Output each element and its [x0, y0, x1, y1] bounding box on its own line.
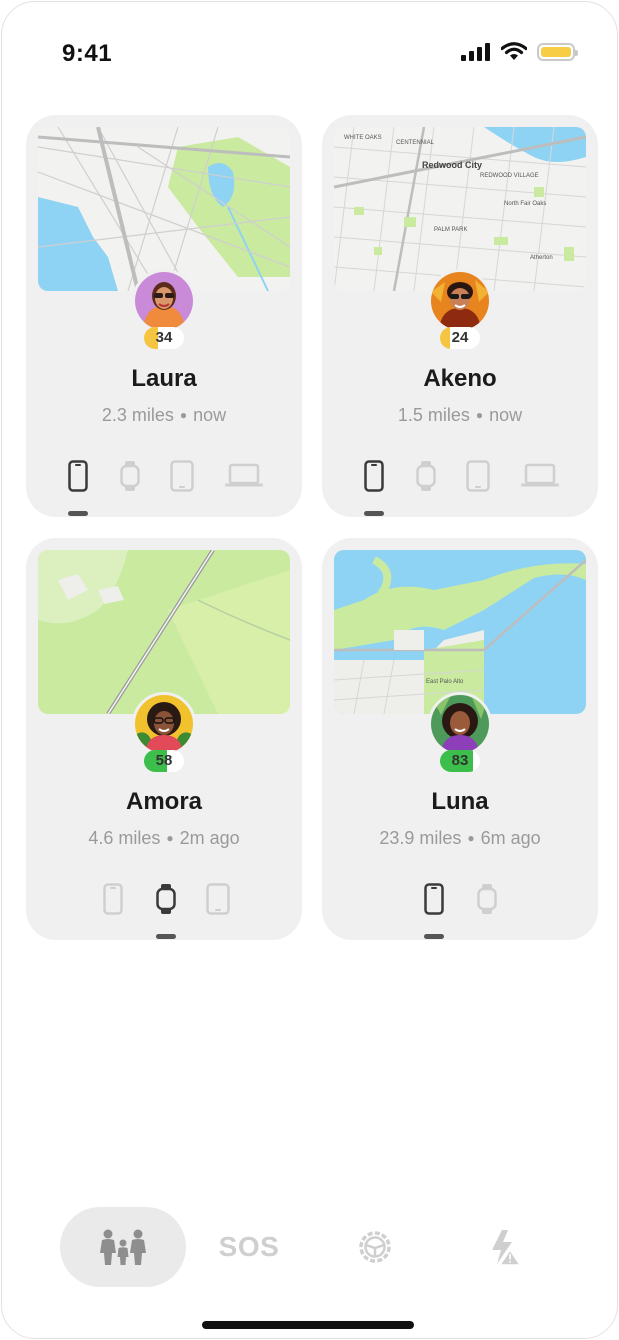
- last-updated: now: [489, 405, 523, 425]
- svg-text:Atherton: Atherton: [530, 255, 553, 261]
- svg-text:Redwood City: Redwood City: [422, 160, 482, 170]
- battery-icon: [537, 42, 578, 61]
- tablet-icon[interactable]: [204, 882, 232, 916]
- avatar: [428, 692, 492, 756]
- avatar: [132, 692, 196, 756]
- tab-alerts[interactable]: [462, 1207, 548, 1287]
- distance: 4.6 miles: [88, 828, 161, 848]
- phone-icon[interactable]: [64, 459, 92, 493]
- device-row: [26, 459, 302, 493]
- location-info: 4.6 miles ● 2m ago: [26, 828, 302, 849]
- phone-icon[interactable]: [99, 882, 127, 916]
- separator-dot: ●: [467, 831, 475, 845]
- person-name: Laura: [131, 365, 197, 392]
- active-device-indicator: [156, 934, 176, 939]
- phone-icon[interactable]: [360, 459, 388, 493]
- watch-icon[interactable]: [473, 882, 501, 916]
- sos-label: SOS: [218, 1231, 280, 1262]
- distance: 2.3 miles: [101, 405, 174, 425]
- status-time: 9:41: [62, 40, 113, 67]
- status-icons: [461, 42, 578, 61]
- distance: 1.5 miles: [397, 405, 470, 425]
- location-info: 2.3 miles ● now: [26, 405, 302, 426]
- person-card-laura[interactable]: 34 Laura 2.3 miles ● now: [26, 115, 302, 517]
- watch-icon[interactable]: [116, 459, 144, 493]
- last-updated: now: [193, 405, 227, 425]
- battery-badge: 24: [440, 327, 480, 349]
- device-row: [322, 459, 598, 493]
- svg-text:CENTENNIAL: CENTENNIAL: [396, 140, 435, 146]
- device-row: [322, 882, 598, 916]
- person-card-luna[interactable]: East Palo Alto 83 Luna 23.9 miles ● 6m ago: [322, 538, 598, 940]
- phone-icon[interactable]: [420, 882, 448, 916]
- battery-badge: 58: [144, 750, 184, 772]
- device-row: [26, 882, 302, 916]
- tablet-icon[interactable]: [168, 459, 196, 493]
- separator-dot: ●: [166, 831, 174, 845]
- active-device-indicator: [364, 511, 384, 516]
- tab-family[interactable]: [60, 1207, 186, 1287]
- map-thumbnail: CENTENNIAL WHITE OAKS Redwood City REDWO…: [334, 127, 586, 291]
- tab-sos[interactable]: SOS: [202, 1207, 296, 1287]
- location-info: 1.5 miles ● now: [322, 405, 598, 426]
- watch-icon[interactable]: [152, 882, 180, 916]
- map-thumbnail: [38, 550, 290, 714]
- cellular-signal-icon: [461, 42, 490, 61]
- watch-icon[interactable]: [412, 459, 440, 493]
- family-icon: [100, 1229, 146, 1265]
- tablet-icon[interactable]: [464, 459, 492, 493]
- active-device-indicator: [68, 511, 88, 516]
- svg-text:North Fair Oaks: North Fair Oaks: [504, 201, 546, 207]
- distance: 23.9 miles: [379, 828, 462, 848]
- svg-text:East Palo Alto: East Palo Alto: [426, 679, 464, 685]
- battery-badge: 83: [440, 750, 480, 772]
- home-indicator[interactable]: [202, 1321, 414, 1329]
- last-updated: 6m ago: [480, 828, 541, 848]
- avatar: [428, 269, 492, 333]
- person-card-akeno[interactable]: CENTENNIAL WHITE OAKS Redwood City REDWO…: [322, 115, 598, 517]
- active-device-indicator: [424, 934, 444, 939]
- location-info: 23.9 miles ● 6m ago: [322, 828, 598, 849]
- separator-dot: ●: [475, 408, 484, 422]
- battery-badge: 34: [144, 327, 184, 349]
- person-name: Amora: [125, 788, 203, 815]
- laptop-icon[interactable]: [520, 459, 560, 493]
- avatar: [132, 269, 196, 333]
- steering-wheel-icon: [359, 1231, 391, 1263]
- tab-settings[interactable]: [332, 1207, 418, 1287]
- svg-text:WHITE OAKS: WHITE OAKS: [344, 135, 382, 141]
- last-updated: 2m ago: [179, 828, 240, 848]
- phone-screen: 9:41 34 Laura 2.3 miles ● now CENTENNIAL…: [1, 1, 618, 1339]
- map-thumbnail: East Palo Alto: [334, 550, 586, 714]
- svg-text:PALM PARK: PALM PARK: [434, 227, 467, 233]
- map-thumbnail: [38, 127, 290, 291]
- separator-dot: ●: [179, 408, 188, 422]
- svg-text:REDWOOD VILLAGE: REDWOOD VILLAGE: [480, 173, 539, 179]
- person-name: Luna: [431, 788, 489, 815]
- wifi-icon: [501, 42, 527, 60]
- lightning-alert-icon: [492, 1230, 522, 1266]
- laptop-icon[interactable]: [224, 459, 264, 493]
- person-name: Akeno: [423, 365, 497, 392]
- person-card-amora[interactable]: 58 Amora 4.6 miles ● 2m ago: [26, 538, 302, 940]
